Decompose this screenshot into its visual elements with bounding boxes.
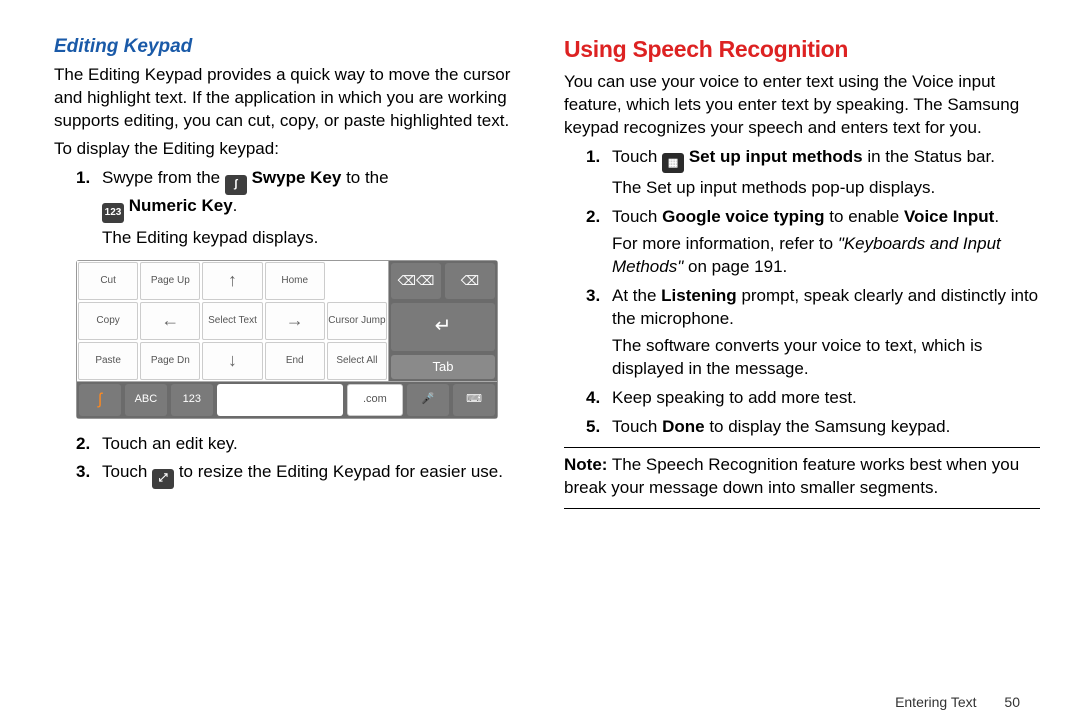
speech-step-4: Keep speaking to add more test. bbox=[564, 387, 1040, 410]
kp-backspace-word-icon: ⌫⌫ bbox=[391, 263, 441, 299]
footer-page-number: 50 bbox=[1004, 694, 1020, 710]
editing-keypad-heading: Editing Keypad bbox=[54, 34, 530, 60]
note-divider-top bbox=[564, 447, 1040, 448]
kp-mic-icon: 🎤 bbox=[407, 384, 449, 416]
note-divider-bottom bbox=[564, 508, 1040, 509]
speech-step-5: Touch Done to display the Samsung keypad… bbox=[564, 416, 1040, 439]
footer-section: Entering Text bbox=[895, 694, 976, 710]
speech-step-3-result: The software converts your voice to text… bbox=[612, 335, 1040, 381]
kp-pageup: Page Up bbox=[140, 262, 200, 300]
note: Note: The Speech Recognition feature wor… bbox=[564, 454, 1040, 500]
editing-step-2: Touch an edit key. bbox=[54, 433, 530, 456]
speech-steps: Touch ▦ Set up input methods in the Stat… bbox=[564, 146, 1040, 439]
resize-icon: ⤢ bbox=[152, 469, 174, 489]
kp-abc: ABC bbox=[125, 384, 167, 416]
editing-step-1: Swype from the ʃ Swype Key to the 123 Nu… bbox=[54, 167, 530, 249]
kp-keyboard-icon: ⌨ bbox=[453, 384, 495, 416]
kp-dotcom: .com bbox=[347, 384, 404, 416]
editing-step-3: Touch ⤢ to resize the Editing Keypad for… bbox=[54, 461, 530, 488]
kp-end: End bbox=[265, 342, 325, 380]
speech-step-1-result: The Set up input methods pop-up displays… bbox=[612, 177, 1040, 200]
speech-intro: You can use your voice to enter text usi… bbox=[564, 71, 1040, 140]
kp-swype-icon: ʃ bbox=[79, 384, 121, 416]
left-column: Editing Keypad The Editing Keypad provid… bbox=[54, 34, 530, 700]
kp-up-arrow-icon: ↑ bbox=[202, 262, 262, 300]
right-column: Using Speech Recognition You can use you… bbox=[564, 34, 1040, 700]
kp-left-arrow-icon: ← bbox=[140, 302, 200, 340]
kp-cursor-jump: Cursor Jump bbox=[327, 302, 387, 340]
page-footer: Entering Text 50 bbox=[895, 693, 1020, 712]
kp-right-arrow-icon: → bbox=[265, 302, 325, 340]
editing-steps: Swype from the ʃ Swype Key to the 123 Nu… bbox=[54, 167, 530, 249]
numeric-key-icon: 123 bbox=[102, 203, 124, 223]
kp-pagedn: Page Dn bbox=[140, 342, 200, 380]
kp-123: 123 bbox=[171, 384, 213, 416]
kp-space bbox=[217, 384, 343, 416]
kp-paste: Paste bbox=[78, 342, 138, 380]
speech-step-1: Touch ▦ Set up input methods in the Stat… bbox=[564, 146, 1040, 200]
kp-home: Home bbox=[265, 262, 325, 300]
kp-backspace-icon: ⌫ bbox=[445, 263, 495, 299]
display-lead: To display the Editing keypad: bbox=[54, 138, 530, 161]
speech-step-3: At the Listening prompt, speak clearly a… bbox=[564, 285, 1040, 381]
input-grid-icon: ▦ bbox=[662, 153, 684, 173]
kp-copy: Copy bbox=[78, 302, 138, 340]
kp-tab: Tab bbox=[391, 355, 495, 379]
swype-icon: ʃ bbox=[225, 175, 247, 195]
editing-keypad-illustration: Cut Page Up ↑ Home Copy ← Select Text → … bbox=[76, 260, 498, 419]
editing-step-1-result: The Editing keypad displays. bbox=[102, 227, 530, 250]
speech-step-2: Touch Google voice typing to enable Voic… bbox=[564, 206, 1040, 279]
kp-select-text: Select Text bbox=[202, 302, 262, 340]
kp-select-all: Select All bbox=[327, 342, 387, 380]
speech-heading: Using Speech Recognition bbox=[564, 34, 1040, 65]
editing-intro: The Editing Keypad provides a quick way … bbox=[54, 64, 530, 133]
kp-enter-icon: ↵ bbox=[391, 303, 495, 351]
kp-down-arrow-icon: ↓ bbox=[202, 342, 262, 380]
kp-cut: Cut bbox=[78, 262, 138, 300]
editing-steps-2: Touch an edit key. Touch ⤢ to resize the… bbox=[54, 433, 530, 489]
